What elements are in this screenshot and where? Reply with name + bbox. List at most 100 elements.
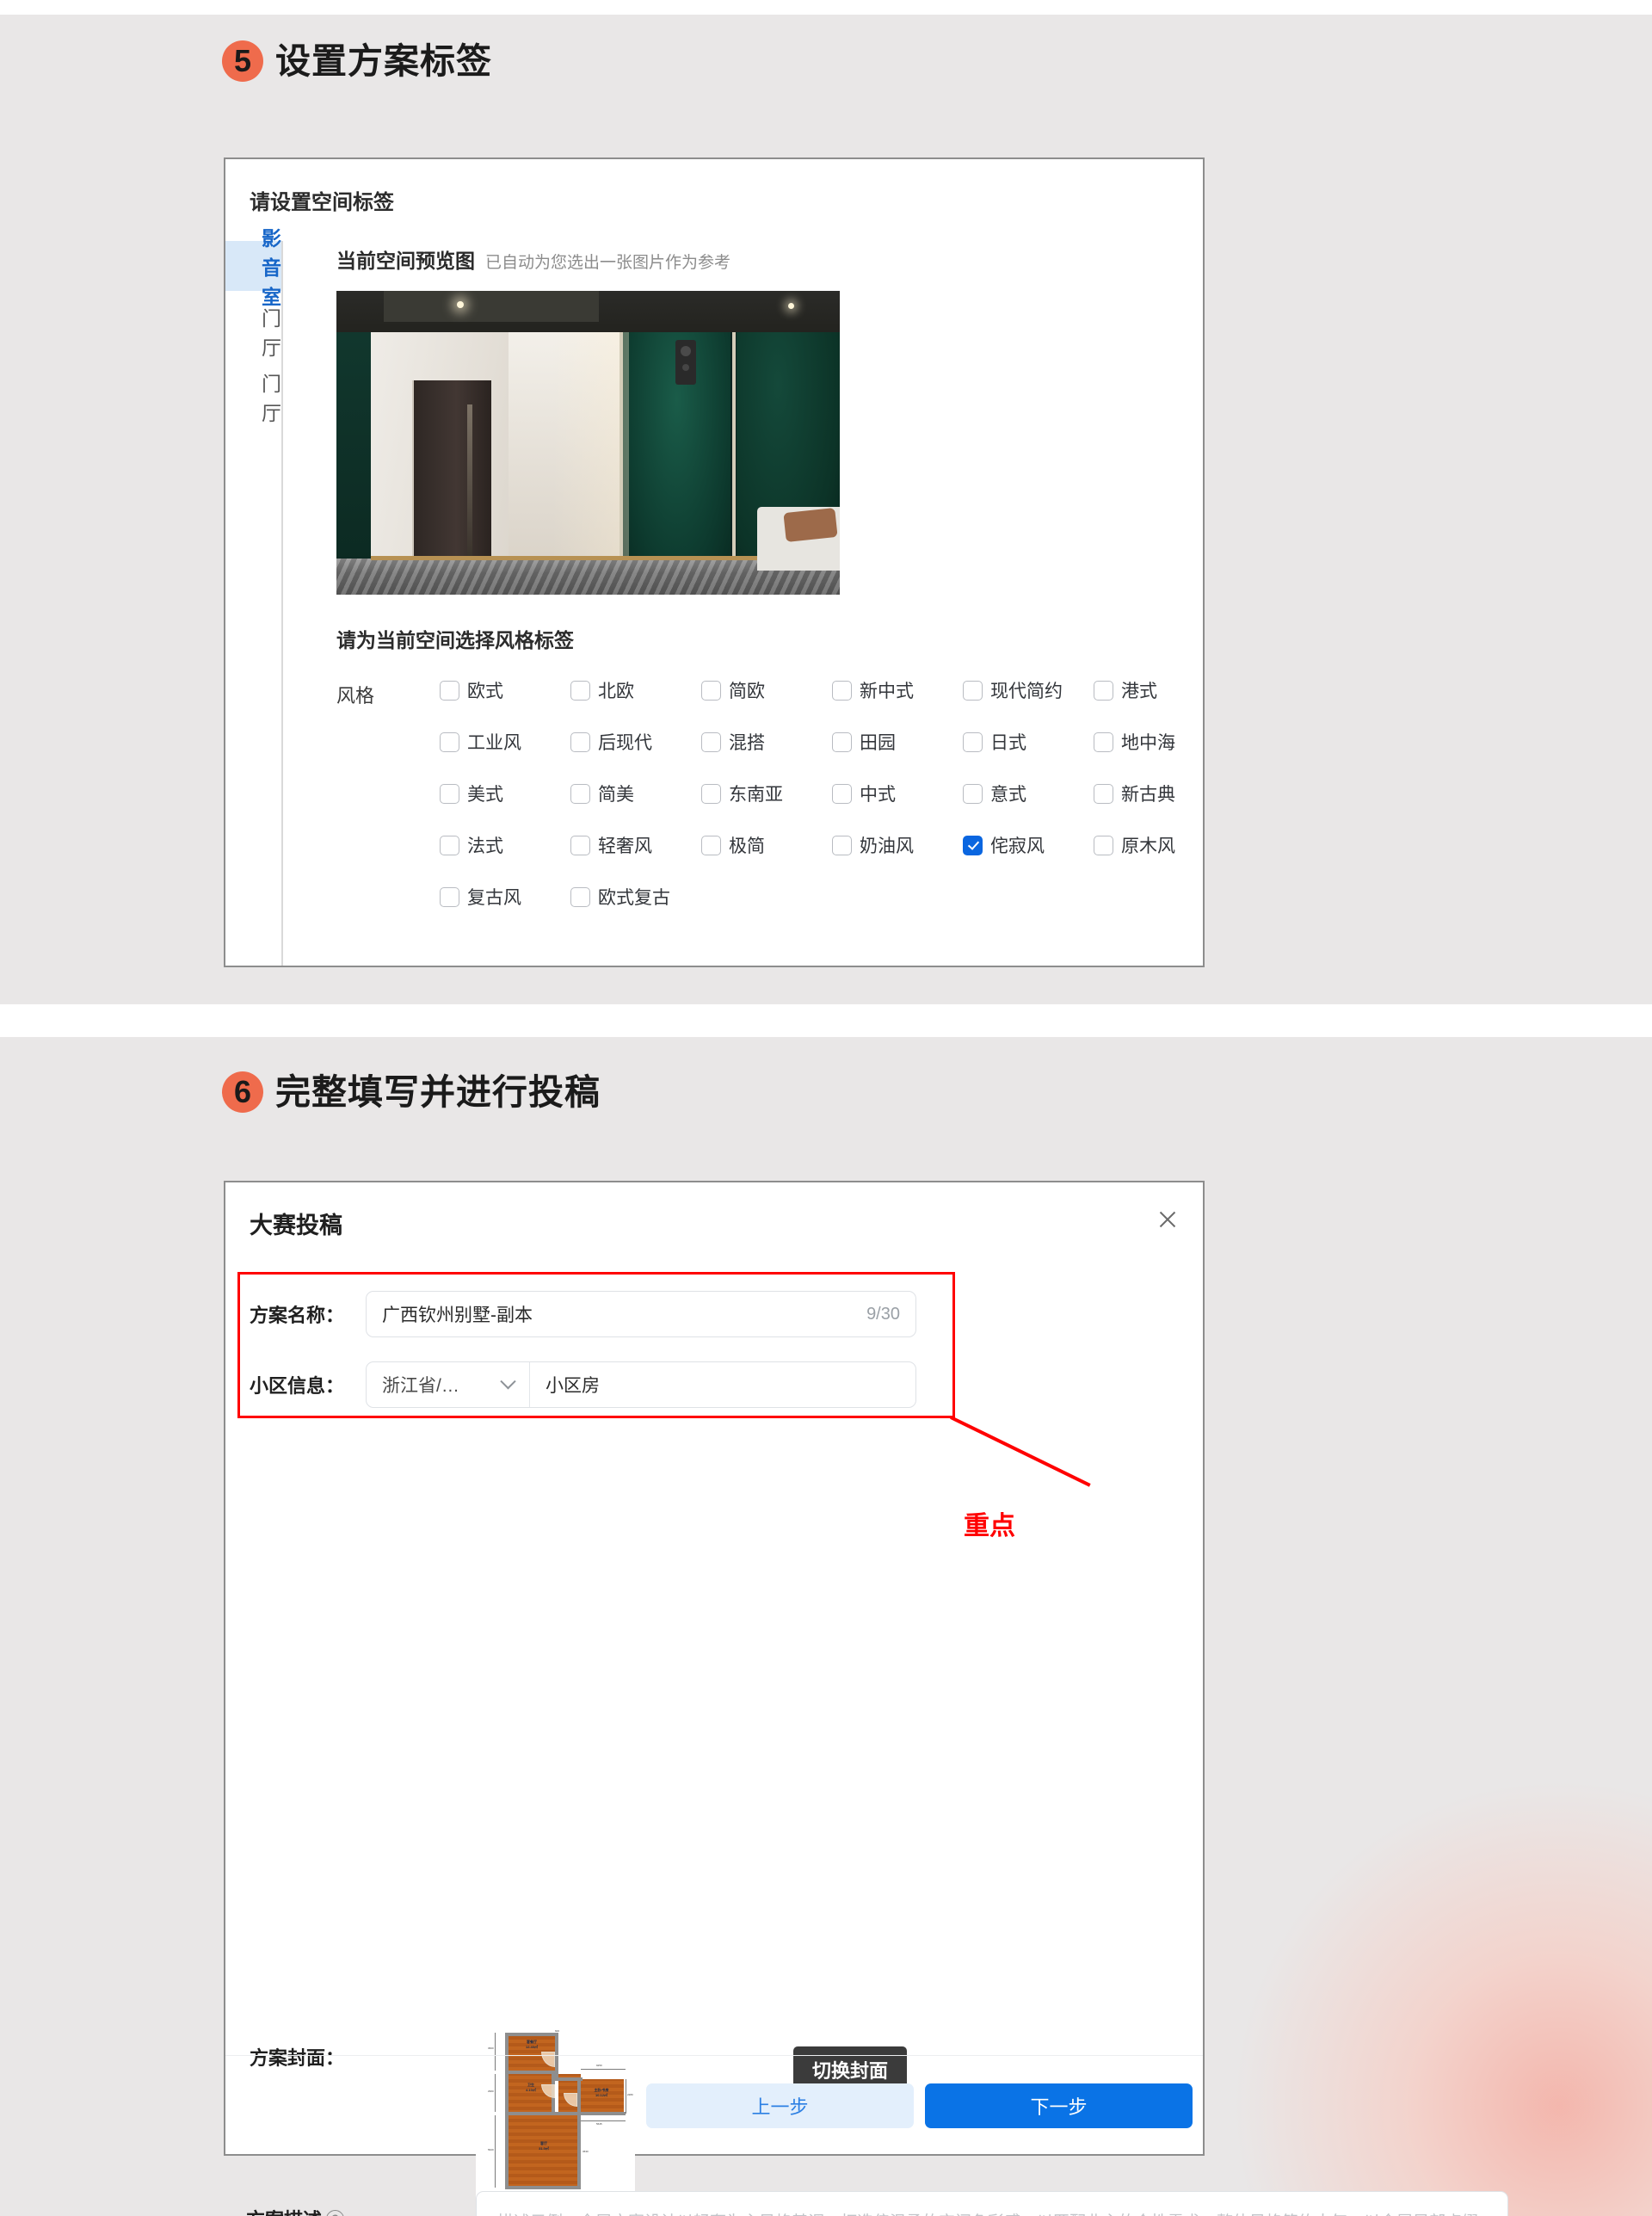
style-checkbox-极简[interactable]: 极简 [701, 832, 832, 858]
style-checkbox-label: 东南亚 [729, 785, 783, 805]
style-checkbox-工业风[interactable]: 工业风 [440, 729, 570, 755]
step-6-heading: 6 完整填写并进行投稿 [222, 1071, 601, 1113]
preview-wall-glow [552, 325, 629, 575]
style-checkbox-现代简约[interactable]: 现代简约 [963, 677, 1094, 703]
style-checkbox-欧式复古[interactable]: 欧式复古 [570, 884, 701, 910]
checkbox-icon[interactable] [963, 731, 983, 752]
style-checkbox-意式[interactable]: 意式 [963, 781, 1094, 806]
style-checkbox-地中海[interactable]: 地中海 [1094, 729, 1224, 755]
community-name-input[interactable]: 小区房 [530, 1362, 915, 1407]
style-checkbox-轻奢风[interactable]: 轻奢风 [570, 832, 701, 858]
style-checkbox-奶油风[interactable]: 奶油风 [832, 832, 963, 858]
checkbox-icon[interactable] [570, 680, 590, 701]
checkbox-icon[interactable] [701, 835, 721, 855]
style-checkbox-label: 中式 [860, 785, 896, 805]
style-checkbox-东南亚[interactable]: 东南亚 [701, 781, 832, 806]
prev-step-button[interactable]: 上一步 [646, 2083, 914, 2128]
region-select[interactable]: 浙江省/… [367, 1362, 530, 1407]
style-checkbox-美式[interactable]: 美式 [440, 781, 570, 806]
checkbox-icon[interactable] [832, 731, 852, 752]
checkbox-icon[interactable] [701, 783, 721, 804]
section-divider-gap [0, 1004, 1652, 1037]
space-tag-panel: 请设置空间标签 影音室 门厅 门厅 当前空间预览图 已自动为您选出一张图片作为参… [224, 157, 1205, 967]
style-checkbox-简美[interactable]: 简美 [570, 781, 701, 806]
style-checkbox-简欧[interactable]: 简欧 [701, 677, 832, 703]
checkbox-icon[interactable] [1094, 731, 1113, 752]
checkbox-icon[interactable] [1094, 783, 1113, 804]
checkbox-icon[interactable] [701, 731, 721, 752]
style-checkbox-港式[interactable]: 港式 [1094, 677, 1224, 703]
style-checkbox-label: 新古典 [1121, 785, 1175, 805]
style-checkbox-label: 工业风 [467, 733, 521, 753]
chevron-down-icon [500, 1373, 516, 1389]
checkbox-icon[interactable] [701, 680, 721, 701]
style-checkbox-田园[interactable]: 田园 [832, 729, 963, 755]
checkbox-icon[interactable] [440, 886, 459, 907]
style-checkbox-label: 奶油风 [860, 836, 914, 856]
preview-speaker [675, 340, 696, 385]
style-checkbox-混搭[interactable]: 混搭 [701, 729, 832, 755]
style-section-heading: 请为当前空间选择风格标签 [336, 629, 574, 651]
checkbox-icon[interactable] [570, 731, 590, 752]
help-icon[interactable]: ? [326, 2209, 345, 2216]
checkbox-icon[interactable] [963, 783, 983, 804]
style-checkbox-label: 侘寂风 [990, 836, 1045, 856]
space-preview-image[interactable] [336, 291, 840, 595]
style-checkbox-label: 现代简约 [990, 682, 1063, 701]
checkbox-icon[interactable] [832, 835, 852, 855]
style-checkbox-法式[interactable]: 法式 [440, 832, 570, 858]
style-checkbox-label: 地中海 [1121, 733, 1175, 753]
floorplan-room-label-1: 客餐厅 12.40㎡ [525, 2040, 538, 2049]
submit-dialog: 大赛投稿 方案名称： 广西钦州别墅-副本 9/30 小区信息： 浙江省/… 小区… [224, 1181, 1508, 2216]
close-icon[interactable] [1155, 1207, 1180, 1232]
plan-name-counter: 9/30 [866, 1304, 900, 1324]
style-checkbox-欧式[interactable]: 欧式 [440, 677, 570, 703]
style-checkbox-侘寂风[interactable]: 侘寂风 [963, 832, 1094, 858]
style-checkbox-北欧[interactable]: 北欧 [570, 677, 701, 703]
checkbox-icon[interactable] [963, 680, 983, 701]
panel-body: 影音室 门厅 门厅 当前空间预览图 已自动为您选出一张图片作为参考 请为当前空间… [225, 227, 1203, 966]
step-5-heading: 5 设置方案标签 [222, 40, 492, 82]
style-checkbox-label: 欧式复古 [598, 888, 670, 908]
panel-title: 请设置空间标签 [250, 191, 394, 214]
checkbox-icon[interactable] [570, 783, 590, 804]
checkbox-icon[interactable] [570, 835, 590, 855]
style-checkbox-日式[interactable]: 日式 [963, 729, 1094, 755]
style-checkbox-新中式[interactable]: 新中式 [832, 677, 963, 703]
space-list-item-2[interactable]: 门厅 [225, 372, 281, 424]
checkbox-icon[interactable] [440, 835, 459, 855]
style-checkbox-原木风[interactable]: 原木风 [1094, 832, 1224, 858]
plan-name-input[interactable]: 广西钦州别墅-副本 9/30 [366, 1291, 916, 1337]
space-list-item-1[interactable]: 门厅 [225, 306, 281, 359]
preview-downlight-1 [457, 301, 464, 308]
checkbox-icon-checked[interactable] [963, 835, 983, 855]
checkbox-icon[interactable] [832, 783, 852, 804]
description-textarea[interactable]: 描述示例：全屋方案设计以轻奢为主风格基调，打造偏温柔的空间色彩感，以匹配业主的个… [476, 2191, 1508, 2216]
description-label-group: 方案描述 ? [246, 2205, 362, 2216]
community-name-value: 小区房 [546, 1376, 600, 1396]
style-checkbox-中式[interactable]: 中式 [832, 781, 963, 806]
style-checkbox-新古典[interactable]: 新古典 [1094, 781, 1224, 806]
preview-cushion [783, 507, 838, 543]
style-checkbox-label: 美式 [467, 785, 503, 805]
description-label: 方案描述 [246, 2205, 322, 2216]
style-checkbox-label: 法式 [467, 836, 503, 856]
space-list-item-label: 门厅 [262, 373, 281, 424]
space-list-item-0[interactable]: 影音室 [225, 227, 281, 308]
checkbox-icon[interactable] [440, 731, 459, 752]
checkbox-icon[interactable] [440, 783, 459, 804]
checkbox-icon[interactable] [440, 680, 459, 701]
checkbox-icon[interactable] [832, 680, 852, 701]
style-group-label: 风格 [336, 685, 375, 707]
screenshot-root: 5 设置方案标签 请设置空间标签 影音室 门厅 门厅 当前空间预览图 已自动为您 [0, 0, 1652, 2216]
style-row: 法式 轻奢风 极简 奶油风 侘寂风 原木风 [440, 832, 1224, 858]
style-checkbox-后现代[interactable]: 后现代 [570, 729, 701, 755]
style-checkbox-复古风[interactable]: 复古风 [440, 884, 570, 910]
checkbox-icon[interactable] [1094, 680, 1113, 701]
style-row: 复古风 欧式复古 [440, 884, 1224, 910]
checkbox-icon[interactable] [570, 886, 590, 907]
preview-wall-left [336, 299, 371, 566]
preview-subtext: 已自动为您选出一张图片作为参考 [485, 254, 731, 272]
next-step-button[interactable]: 下一步 [925, 2083, 1193, 2128]
checkbox-icon[interactable] [1094, 835, 1113, 855]
